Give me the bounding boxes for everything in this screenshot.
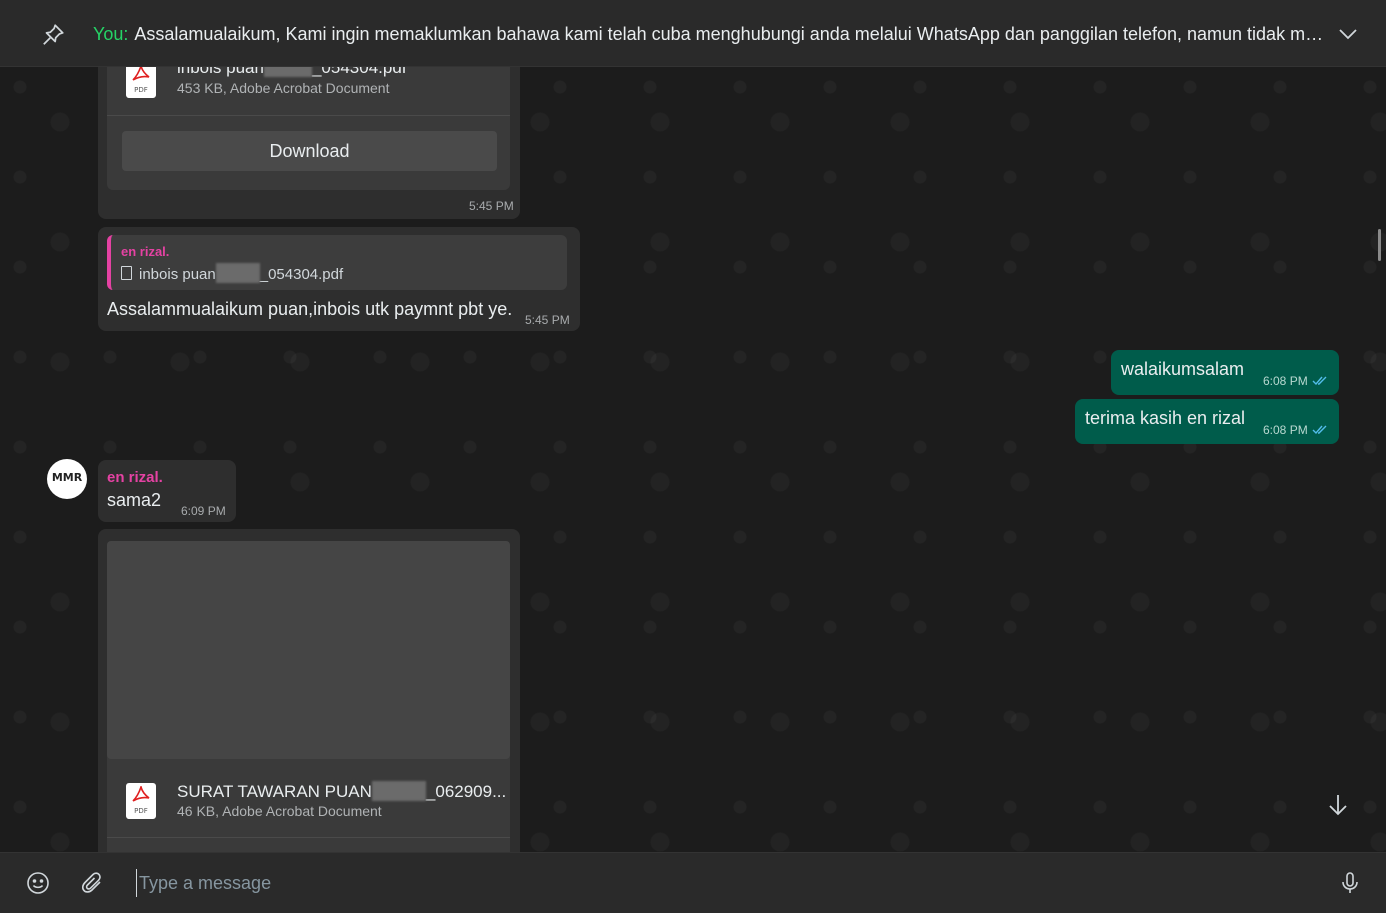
avatar-logo-text: MMR <box>51 471 83 484</box>
microphone-icon[interactable] <box>1338 871 1362 895</box>
download-button[interactable]: Download <box>122 131 497 171</box>
message-text: Assalammualaikum puan,inbois utk paymnt … <box>107 299 513 319</box>
incoming-document-message: PDF inbois puan _054304.pdf 453 KB, Adobe… <box>98 67 520 219</box>
document-name: inbois puan _054304.pdf <box>177 67 407 78</box>
redacted-name <box>215 263 260 283</box>
pdf-file-icon: PDF <box>126 67 156 98</box>
divider <box>107 837 510 838</box>
message-input[interactable] <box>136 869 1286 897</box>
pinned-sender: You: <box>93 24 129 44</box>
double-check-icon <box>1312 425 1327 435</box>
pinned-message-text: You: Assalamualaikum, Kami ingin memaklum… <box>93 24 1328 45</box>
pin-icon[interactable] <box>40 22 66 48</box>
document-preview[interactable] <box>107 541 510 759</box>
redacted-name <box>263 67 312 77</box>
scroll-to-bottom-icon[interactable] <box>1320 787 1356 823</box>
avatar[interactable]: MMR <box>47 459 87 499</box>
incoming-document-message: PDF SURAT TAWARAN PUAN _062909... 46 KB, … <box>98 529 520 852</box>
chevron-down-icon[interactable] <box>1337 25 1359 43</box>
message-time: 6:08 PM <box>1263 374 1328 388</box>
document-card[interactable]: PDF SURAT TAWARAN PUAN _062909... 46 KB, … <box>107 541 510 852</box>
pinned-body: Assalamualaikum, Kami ingin memaklumkan … <box>134 24 1328 44</box>
document-meta: 46 KB, Adobe Acrobat Document <box>177 803 382 819</box>
document-name: SURAT TAWARAN PUAN _062909... <box>177 781 507 801</box>
document-meta: 453 KB, Adobe Acrobat Document <box>177 80 390 96</box>
emoji-icon[interactable] <box>26 871 50 895</box>
quote-author: en rizal. <box>121 244 170 259</box>
outgoing-message: terima kasih en rizal 6:08 PM <box>1075 399 1339 444</box>
pinned-message-banner[interactable]: You: Assalamualaikum, Kami ingin memaklum… <box>0 0 1386 67</box>
double-check-icon <box>1312 376 1327 386</box>
message-author: en rizal. <box>107 469 163 486</box>
file-icon <box>121 266 132 280</box>
incoming-message: en rizal. sama2 6:09 PM <box>98 460 236 522</box>
message-text: walaikumsalam <box>1121 359 1245 379</box>
chat-messages-area[interactable]: PDF inbois puan _054304.pdf 453 KB, Adobe… <box>0 67 1386 852</box>
message-composer <box>0 852 1386 913</box>
attach-icon[interactable] <box>80 871 104 895</box>
quoted-message[interactable]: en rizal. inbois puan _054304.pdf <box>107 235 567 290</box>
message-time: 6:09 PM <box>181 504 226 518</box>
message-text: terima kasih en rizal <box>1085 408 1246 428</box>
pdf-file-icon: PDF <box>126 783 156 819</box>
redacted-name <box>371 781 426 801</box>
quote-file: inbois puan _054304.pdf <box>121 263 343 283</box>
outgoing-message: walaikumsalam 6:08 PM <box>1111 350 1339 395</box>
divider <box>107 115 510 116</box>
message-time: 6:08 PM <box>1263 423 1328 437</box>
message-time: 5:45 PM <box>469 199 514 213</box>
message-text: sama2 <box>107 490 162 510</box>
scrollbar-thumb[interactable] <box>1378 229 1381 261</box>
incoming-reply-message: en rizal. inbois puan _054304.pdf Assalam… <box>98 227 580 331</box>
message-time: 5:45 PM <box>525 313 570 327</box>
document-card[interactable]: PDF inbois puan _054304.pdf 453 KB, Adobe… <box>107 67 510 190</box>
